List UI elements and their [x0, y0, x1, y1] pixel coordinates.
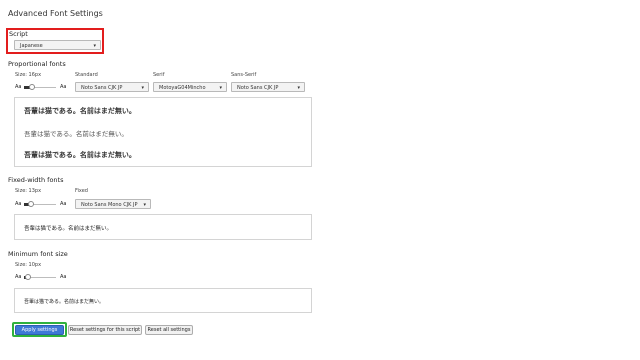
standard-font-value: Noto Sans CJK JP — [81, 85, 123, 91]
slider-min-label: Aa — [15, 274, 22, 280]
fixed-heading: Fixed-width fonts — [8, 176, 64, 184]
standard-font-select[interactable]: Noto Sans CJK JP ▾ — [75, 82, 149, 92]
fixed-font-value: Noto Sans Mono CJK JP — [81, 202, 138, 208]
reset-all-button[interactable]: Reset all settings — [145, 325, 193, 335]
page-title: Advanced Font Settings — [8, 9, 103, 18]
apply-settings-button[interactable]: Apply settings — [15, 325, 64, 335]
fixed-size-slider[interactable] — [24, 200, 56, 209]
slider-knob[interactable] — [28, 201, 34, 207]
proportional-heading: Proportional fonts — [8, 60, 66, 68]
proportional-size-slider[interactable] — [24, 83, 56, 92]
fixed-size-label: Size: 13px — [15, 188, 42, 194]
minimum-size-label: Size: 10px — [15, 262, 42, 268]
sans-serif-font-value: Noto Sans CJK JP — [237, 85, 279, 91]
preview-sans-serif-text: 吾輩は猫である。名前はまだ無い。 — [24, 151, 136, 159]
serif-font-value: MotoyaG04Mincho — [159, 85, 206, 91]
sans-serif-label: Sans-Serif — [231, 72, 257, 78]
slider-max-label: Aa — [60, 274, 67, 280]
chevron-down-icon: ▾ — [141, 85, 144, 91]
proportional-size-label: Size: 16px — [15, 72, 42, 78]
minimum-size-slider[interactable] — [24, 273, 56, 282]
script-select-value: Japanese — [20, 43, 43, 49]
fixed-preview-text: 吾輩は猫である。名前はまだ無い。 — [24, 226, 112, 232]
slider-knob[interactable] — [25, 274, 31, 280]
minimum-preview-text: 吾輩は猫である。名前はまだ無い。 — [24, 299, 104, 305]
fixed-font-label: Fixed — [75, 188, 88, 194]
reset-script-button[interactable]: Reset settings for this script — [68, 325, 142, 335]
serif-label: Serif — [153, 72, 165, 78]
slider-max-label: Aa — [60, 201, 67, 207]
script-select[interactable]: Japanese ▾ — [14, 40, 101, 50]
proportional-preview: 吾輩は猫である。名前はまだ無い。 吾輩は猫である。名前はまだ無い。 吾輩は猫であ… — [14, 97, 312, 167]
chevron-down-icon: ▾ — [219, 85, 222, 91]
fixed-preview: 吾輩は猫である。名前はまだ無い。 — [14, 214, 312, 240]
standard-label: Standard — [75, 72, 98, 78]
serif-font-select[interactable]: MotoyaG04Mincho ▾ — [153, 82, 227, 92]
slider-max-label: Aa — [60, 84, 67, 90]
slider-min-label: Aa — [15, 201, 22, 207]
minimum-heading: Minimum font size — [8, 250, 68, 258]
chevron-down-icon: ▾ — [297, 85, 300, 91]
slider-min-label: Aa — [15, 84, 22, 90]
sans-serif-font-select[interactable]: Noto Sans CJK JP ▾ — [231, 82, 305, 92]
preview-serif-text: 吾輩は猫である。名前はまだ無い。 — [24, 130, 128, 138]
chevron-down-icon: ▾ — [93, 43, 96, 49]
preview-standard-text: 吾輩は猫である。名前はまだ無い。 — [24, 107, 136, 115]
script-label: Script — [9, 30, 28, 38]
chevron-down-icon: ▾ — [143, 202, 146, 208]
minimum-preview: 吾輩は猫である。名前はまだ無い。 — [14, 288, 312, 313]
slider-knob[interactable] — [29, 84, 35, 90]
fixed-font-select[interactable]: Noto Sans Mono CJK JP ▾ — [75, 199, 151, 209]
